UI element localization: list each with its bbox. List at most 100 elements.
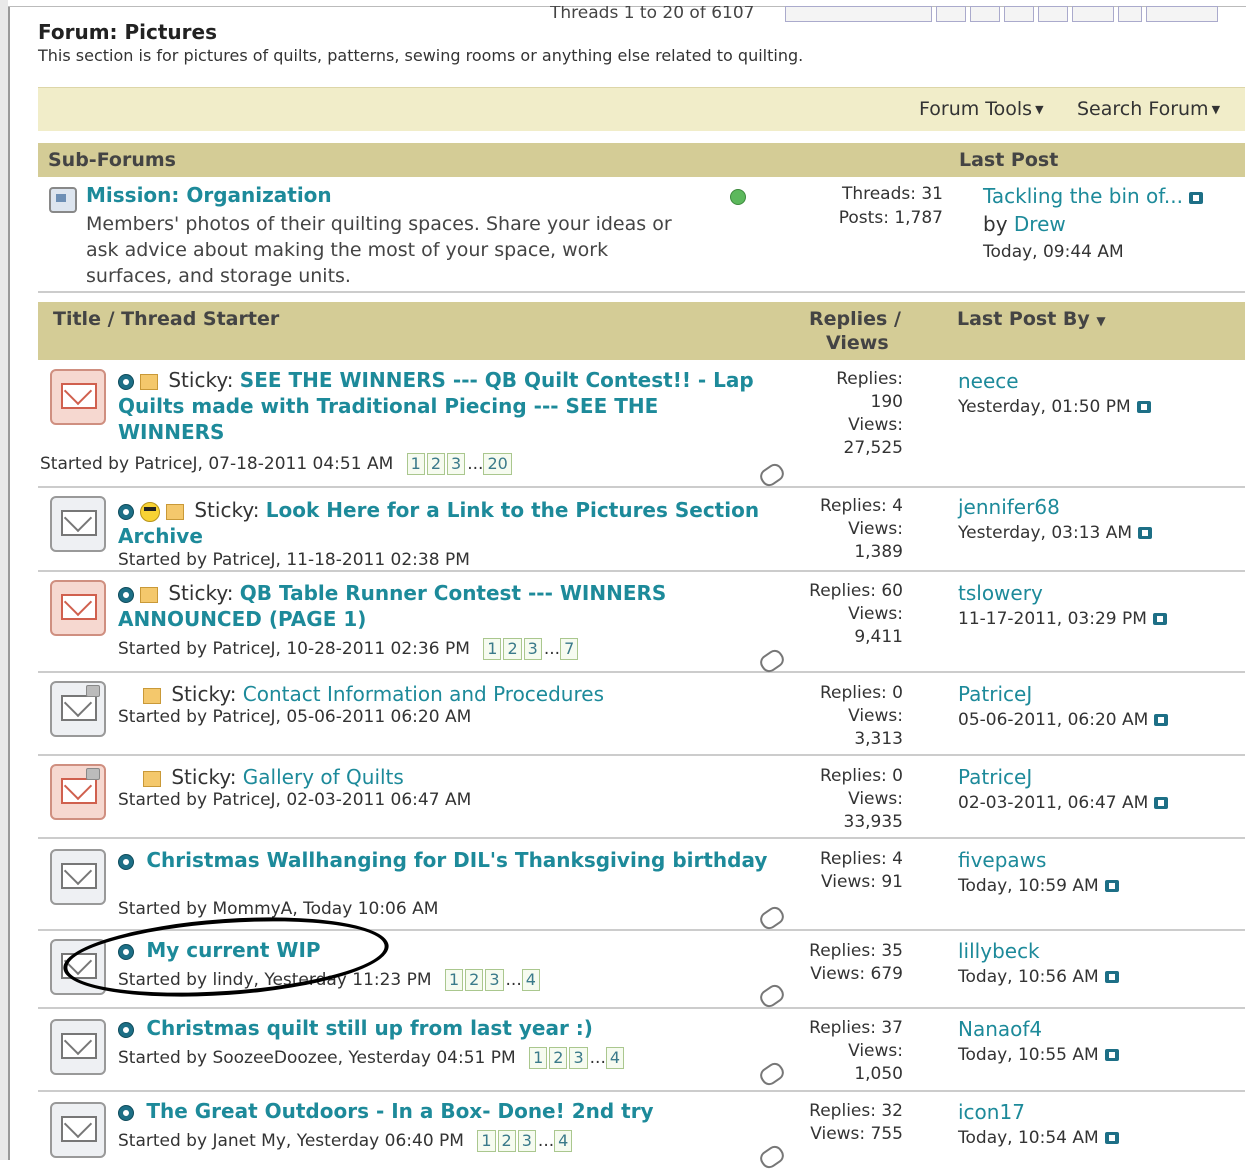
attachment-icon	[757, 981, 787, 1011]
last-post-user-link[interactable]: jennifer68	[958, 494, 1152, 520]
thread-title-link[interactable]: Contact Information and Procedures	[243, 682, 604, 706]
page-link[interactable]: 3	[447, 453, 466, 475]
page-link[interactable]: 1	[477, 1130, 496, 1152]
thread-title-line: The Great Outdoors - In a Box- Done! 2nd…	[118, 1098, 768, 1124]
go-first-unread-icon[interactable]	[118, 503, 134, 520]
page-link[interactable]: 2	[497, 1130, 516, 1152]
thread-title-line: Sticky: Look Here for a Link to the Pict…	[118, 497, 768, 549]
go-to-last-post-icon[interactable]	[1154, 714, 1169, 726]
last-post-user-link[interactable]: icon17	[958, 1099, 1119, 1125]
subforum-row: Mission: Organization Members' photos of…	[38, 177, 1245, 293]
page-link[interactable]: 2	[426, 453, 446, 475]
go-to-last-post-icon[interactable]	[1104, 1132, 1119, 1144]
page-link[interactable]: 1	[529, 1047, 548, 1069]
thread-starter: Started by SoozeeDoozee, Yesterday 04:51…	[118, 1047, 626, 1069]
go-first-unread-icon[interactable]	[118, 373, 134, 390]
replies-column-header[interactable]: Replies /	[809, 308, 901, 330]
last-post-time: 11-17-2011, 03:29 PM	[958, 609, 1147, 629]
go-first-unread-icon[interactable]	[118, 1104, 134, 1121]
views-label: Views:	[848, 519, 903, 539]
last-post-user-link[interactable]: neece	[958, 368, 1151, 394]
next-page-button[interactable]	[1118, 6, 1142, 22]
page-link[interactable]: 4	[521, 969, 540, 991]
thread-starter: Started by PatriceJ, 05-06-2011 06:20 AM	[118, 707, 472, 727]
go-to-post-icon[interactable]	[1188, 191, 1203, 204]
go-first-unread-icon[interactable]	[118, 1021, 134, 1038]
go-to-last-post-icon[interactable]	[1104, 1049, 1119, 1061]
thread-title-link[interactable]: Gallery of Quilts	[243, 765, 404, 789]
last-post-time: Today, 10:55 AM	[958, 1045, 1099, 1065]
page-button[interactable]	[1004, 6, 1034, 22]
title-column-header[interactable]: Title / Thread Starter	[53, 308, 279, 330]
views-label: Views:	[848, 789, 903, 809]
page-link[interactable]: 3	[523, 638, 542, 660]
page-link[interactable]: 4	[605, 1047, 625, 1069]
last-post-by-column-header[interactable]: Last Post By ▼	[957, 308, 1106, 330]
views-count: 33,935	[843, 812, 903, 832]
page-link[interactable]: 3	[485, 969, 504, 991]
subforum-title-link[interactable]: Mission: Organization	[86, 183, 332, 207]
thread-stats: Replies: 60 Views: 9,411	[798, 580, 903, 649]
go-first-unread-icon[interactable]	[118, 853, 134, 870]
page-link[interactable]: 3	[517, 1130, 536, 1152]
search-forum-label: Search Forum	[1077, 98, 1209, 120]
thread-list-header: Title / Thread Starter Replies / Views L…	[38, 302, 1245, 360]
top-pager[interactable]	[785, 6, 1245, 22]
thread-row: Sticky: Gallery of Quilts Started by Pat…	[38, 756, 1245, 839]
thread-starter-text: Started by PatriceJ, 10-28-2011 02:36 PM	[118, 639, 470, 659]
last-post-time: Today, 10:56 AM	[958, 967, 1099, 987]
thread-row: Christmas Wallhanging for DIL's Thanksgi…	[38, 839, 1245, 933]
page-link[interactable]: 1	[406, 453, 425, 475]
go-to-last-post-icon[interactable]	[1104, 971, 1119, 983]
sticky-prefix: Sticky:	[168, 581, 234, 605]
last-post-user-link[interactable]: Drew	[1014, 212, 1066, 236]
last-post-user-link[interactable]: PatriceJ	[958, 764, 1168, 790]
page-button[interactable]	[1038, 6, 1068, 22]
replies-count: 190	[870, 392, 903, 412]
page-link[interactable]: 7	[560, 638, 579, 660]
thread-starter: Started by PatriceJ, 02-03-2011 06:47 AM	[118, 790, 472, 810]
go-to-last-post-icon[interactable]	[1136, 401, 1151, 413]
page-button[interactable]	[970, 6, 1000, 22]
page-link[interactable]: 3	[569, 1047, 588, 1069]
page-button[interactable]	[936, 6, 966, 22]
thread-row: Christmas quilt still up from last year …	[38, 1009, 1245, 1092]
views-count: Views: 679	[810, 964, 903, 984]
subforum-stats: Threads: 31 Posts: 1,787	[808, 182, 943, 230]
page-link[interactable]: 2	[549, 1047, 568, 1069]
go-first-unread-icon[interactable]	[118, 586, 134, 603]
last-page-button[interactable]	[1146, 6, 1218, 22]
thread-starter: Started by PatriceJ, 10-28-2011 02:36 PM…	[118, 638, 580, 660]
replies-count: Replies: 0	[819, 683, 903, 703]
forum-tools-menu[interactable]: Forum Tools ▼	[919, 98, 1044, 120]
last-post-user-link[interactable]: PatriceJ	[958, 681, 1168, 707]
page-link[interactable]: 2	[465, 969, 484, 991]
views-column-header[interactable]: Views	[826, 332, 889, 354]
thread-last-post: PatriceJ 05-06-2011, 06:20 AM	[958, 681, 1169, 733]
last-post-user-link[interactable]: tslowery	[958, 580, 1167, 606]
go-to-last-post-icon[interactable]	[1104, 880, 1119, 892]
page-link[interactable]: 1	[483, 638, 502, 660]
last-post-user-link[interactable]: Nanaof4	[958, 1016, 1119, 1042]
last-post-title-link[interactable]: Tackling the bin of...	[983, 184, 1183, 208]
last-post-user-link[interactable]: lillybeck	[958, 938, 1119, 964]
thread-title-link[interactable]: Christmas Wallhanging for DIL's Thanksgi…	[146, 848, 767, 872]
thread-row: Sticky: Contact Information and Procedur…	[38, 673, 1245, 756]
search-forum-menu[interactable]: Search Forum ▼	[1077, 98, 1220, 120]
views-label: Views:	[848, 706, 903, 726]
last-post-user-link[interactable]: fivepaws	[958, 847, 1119, 873]
thread-title-link[interactable]: Christmas quilt still up from last year …	[146, 1016, 593, 1040]
last-post-time: Today, 10:54 AM	[958, 1128, 1099, 1148]
views-label: Views:	[848, 1041, 903, 1061]
page-link[interactable]: 20	[483, 453, 512, 475]
page-button[interactable]	[1072, 6, 1114, 22]
page-link[interactable]: 4	[554, 1130, 573, 1152]
go-to-last-post-icon[interactable]	[1152, 613, 1167, 625]
page-link[interactable]: 1	[444, 969, 464, 991]
page-link[interactable]: 2	[503, 638, 522, 660]
go-to-last-post-icon[interactable]	[1138, 527, 1153, 539]
views-label: Views:	[848, 604, 903, 624]
go-to-last-post-icon[interactable]	[1154, 797, 1169, 809]
thread-title-link[interactable]: The Great Outdoors - In a Box- Done! 2nd…	[146, 1099, 653, 1123]
thread-row: The Great Outdoors - In a Box- Done! 2nd…	[38, 1092, 1245, 1171]
